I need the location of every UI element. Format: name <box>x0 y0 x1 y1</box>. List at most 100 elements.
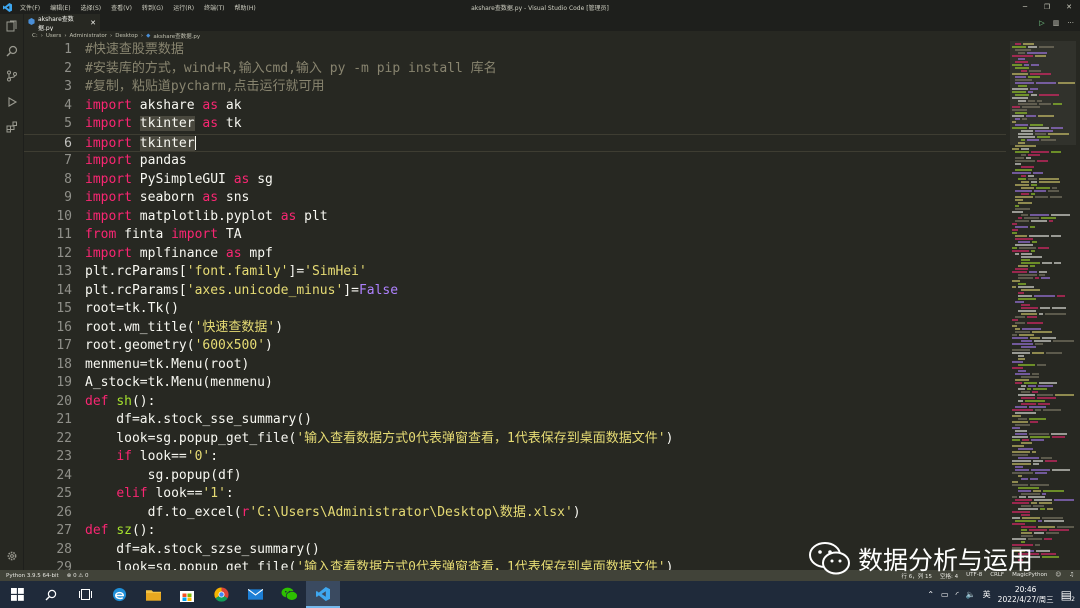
code-line[interactable]: 11 from finta import TA <box>24 226 1006 245</box>
minimap-line <box>1036 550 1050 552</box>
breadcrumb-users[interactable]: Users <box>46 33 61 39</box>
search-icon[interactable] <box>4 43 20 59</box>
close-icon[interactable]: ✕ <box>1058 0 1080 14</box>
extensions-icon[interactable] <box>4 119 20 135</box>
menu-item[interactable]: 编辑(E) <box>48 3 72 12</box>
volume-icon[interactable]: 🔈 <box>966 590 976 599</box>
source-control-icon[interactable] <box>4 68 20 84</box>
python-interpreter[interactable]: Python 3.9.5 64-bit <box>6 573 59 579</box>
edge-browser-icon[interactable] <box>102 581 136 608</box>
settings-gear-icon[interactable] <box>4 548 20 564</box>
feedback-icon[interactable]: ☺ <box>1055 572 1061 580</box>
minimap-line <box>1012 55 1033 57</box>
code-line[interactable]: 18 menmenu=tk.Menu(root) <box>24 356 1006 375</box>
code-token: import <box>85 153 132 168</box>
tab-label: akshare查数据.py <box>38 15 74 32</box>
minimap-line <box>1021 391 1030 393</box>
clock-date: 2022/4/27/周三 <box>997 594 1054 604</box>
split-editor-icon[interactable]: ▥ <box>1053 19 1060 27</box>
search-icon[interactable] <box>34 581 68 608</box>
breadcrumb-administrator[interactable]: Administrator <box>70 33 108 39</box>
code-token: sz <box>116 523 132 538</box>
code-line[interactable]: 9 import seaborn as sns <box>24 189 1006 208</box>
notification-center-icon[interactable]: ▤ 2 <box>1061 588 1075 603</box>
menu-item[interactable]: 查看(V) <box>109 3 134 12</box>
code-line[interactable]: 17 root.geometry('600x500') <box>24 337 1006 356</box>
clock[interactable]: 20:46 2022/4/27/周三 <box>998 585 1054 605</box>
wechat-icon[interactable] <box>272 581 306 608</box>
minimap[interactable] <box>1006 41 1080 570</box>
minimap-line <box>1046 352 1062 354</box>
code-line[interactable]: 8 import PySimpleGUI as sg <box>24 171 1006 190</box>
explorer-icon[interactable] <box>4 18 20 34</box>
bell-icon[interactable]: ♫ <box>1069 572 1074 580</box>
windows-taskbar: ⌃ ▭ ◜ 🔈 英 20:46 2022/4/27/周三 ▤ 2 <box>0 581 1080 608</box>
minimap-line <box>1034 190 1046 192</box>
breadcrumb-desktop[interactable]: Desktop <box>115 33 138 39</box>
vscode-taskbar-icon[interactable] <box>306 581 340 608</box>
run-file-icon[interactable]: ▷ <box>1039 19 1044 27</box>
menu-item[interactable]: 转到(G) <box>140 3 165 12</box>
minimap-line <box>1012 319 1018 321</box>
minimize-icon[interactable]: ─ <box>1014 0 1036 14</box>
minimap-line <box>1012 229 1018 231</box>
code-line[interactable]: 23 if look=='0': <box>24 448 1006 467</box>
chevron-up-icon[interactable]: ⌃ <box>927 590 934 599</box>
task-view-icon[interactable] <box>68 581 102 608</box>
minimap-line <box>1015 424 1030 426</box>
file-explorer-icon[interactable] <box>136 581 170 608</box>
code-line[interactable]: 16 root.wm_title('快速查数据') <box>24 319 1006 338</box>
code-line[interactable]: 21 df=ak.stock_sse_summary() <box>24 411 1006 430</box>
menu-item[interactable]: 文件(F) <box>18 3 42 12</box>
breadcrumb-drive[interactable]: C: <box>32 33 38 39</box>
mail-icon[interactable] <box>238 581 272 608</box>
network-icon[interactable]: ◜ <box>956 590 959 599</box>
menu-item[interactable]: 终端(T) <box>202 3 226 12</box>
problems-count[interactable]: ⊗ 0 ⚠ 0 <box>67 573 89 579</box>
code-line[interactable]: 3 #复制，粘贴道pycharm,点击运行就可用 <box>24 78 1006 97</box>
minimap-line <box>1012 334 1017 336</box>
menu-item[interactable]: 帮助(H) <box>232 3 257 12</box>
battery-icon[interactable]: ▭ <box>941 590 949 599</box>
minimap-line <box>1052 436 1065 438</box>
minimap-line <box>1023 43 1034 45</box>
code-line[interactable]: 7 import pandas <box>24 152 1006 171</box>
code-line[interactable]: 14 plt.rcParams['axes.unicode_minus']=Fal… <box>24 282 1006 301</box>
ime-indicator[interactable]: 英 <box>983 589 991 600</box>
code-line[interactable]: 6 import tkinter <box>24 133 1006 152</box>
code-line[interactable]: 13 plt.rcParams['font.family']='SimHei' <box>24 263 1006 282</box>
minimap-line <box>1044 538 1052 540</box>
minimap-line <box>1030 337 1040 339</box>
store-icon[interactable] <box>170 581 204 608</box>
code-line[interactable]: 12 import mplfinance as mpf <box>24 245 1006 264</box>
windows-start-icon[interactable] <box>0 581 34 608</box>
code-line[interactable]: 26 df.to_excel(r'C:\Users\Administrator\… <box>24 504 1006 523</box>
code-token: PySimpleGUI <box>131 171 234 187</box>
code-line[interactable]: 27 def sz(): <box>24 522 1006 541</box>
code-line[interactable]: 24 sg.popup(df) <box>24 467 1006 486</box>
code-line[interactable]: 10 import matplotlib.pyplot as plt <box>24 208 1006 227</box>
code-line[interactable]: 19 A_stock=tk.Menu(menmenu) <box>24 374 1006 393</box>
minimap-line <box>1015 124 1028 126</box>
chrome-icon[interactable] <box>204 581 238 608</box>
restore-icon[interactable]: ❐ <box>1036 0 1058 14</box>
code-line[interactable]: 4 import akshare as ak <box>24 97 1006 116</box>
code-line[interactable]: 22 look=sg.popup_get_file('输入查看数据方式0代表弹窗… <box>24 430 1006 449</box>
code-line[interactable]: 2 #安装库的方式，wind+R,输入cmd,输入 py -m pip insta… <box>24 60 1006 79</box>
tab-close-icon[interactable]: ✕ <box>90 19 96 27</box>
code-token: if <box>116 449 132 464</box>
code-line[interactable]: 15 root=tk.Tk() <box>24 300 1006 319</box>
code-line[interactable]: 1 #快速查股票数据 <box>24 41 1006 60</box>
menu-item[interactable]: 运行(R) <box>171 3 196 12</box>
code-text: #快速查股票数据 <box>85 41 184 60</box>
code-line[interactable]: 20 def sh(): <box>24 393 1006 412</box>
tab-akshare-file[interactable]: akshare查数据.py ✕ <box>24 14 100 32</box>
more-actions-icon[interactable]: ··· <box>1067 19 1074 27</box>
code-line[interactable]: 5 import tkinter as tk <box>24 115 1006 134</box>
menu-item[interactable]: 选择(S) <box>79 3 104 12</box>
run-debug-icon[interactable] <box>4 94 20 110</box>
minimap-line <box>1018 400 1023 402</box>
code-line[interactable]: 25 elif look=='1': <box>24 485 1006 504</box>
code-editor[interactable]: 1 #快速查股票数据 2 #安装库的方式，wind+R,输入cmd,输入 py -m … <box>24 41 1006 570</box>
breadcrumb-file[interactable]: akshare查数据.py <box>153 32 200 40</box>
